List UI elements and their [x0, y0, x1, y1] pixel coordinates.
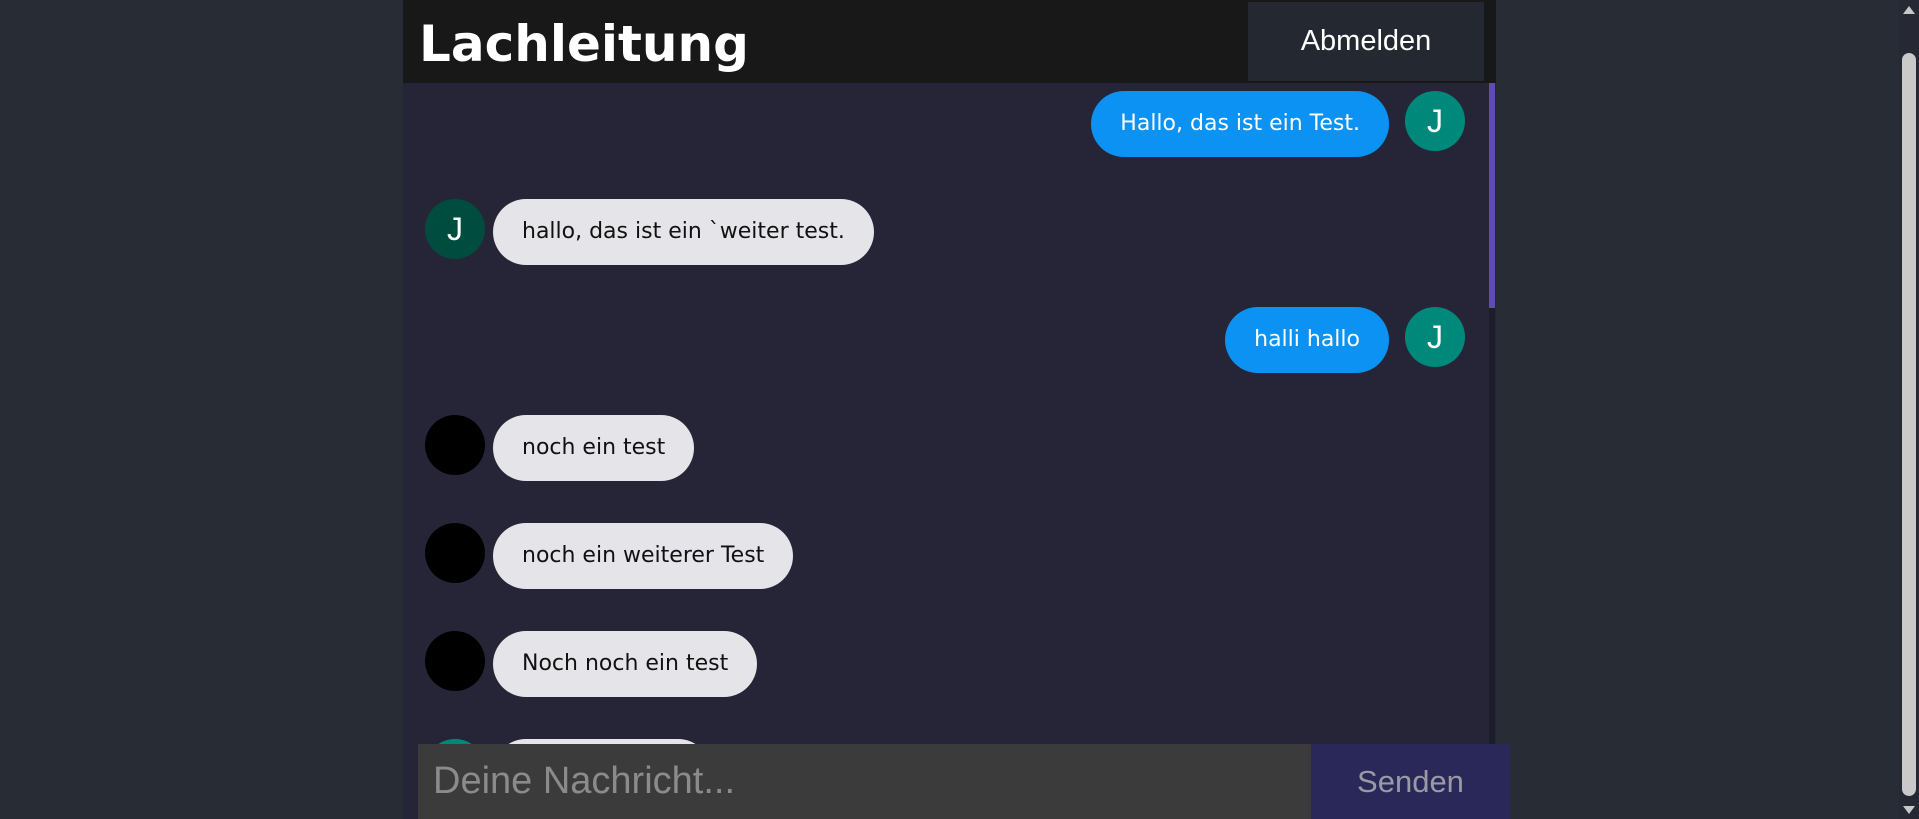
- message-bubble: hallo, das ist ein `weiter test.: [493, 199, 874, 265]
- message-bubble: Hallo, das ist ein Test.: [1091, 91, 1389, 157]
- app-header: Lachleitung Abmelden: [403, 0, 1496, 83]
- message-row: Hallo, das ist ein Test. J: [403, 91, 1483, 157]
- user-avatar: J: [1405, 307, 1465, 367]
- message-row: halli hallo J: [403, 307, 1483, 373]
- message-row: J hallo, das ist ein `weiter test.: [403, 199, 1483, 265]
- message-composer: Senden: [418, 744, 1510, 819]
- user-avatar: [425, 415, 485, 475]
- app-title: Lachleitung: [419, 15, 749, 73]
- message-bubble: halli hallo: [1225, 307, 1389, 373]
- user-avatar: [425, 523, 485, 583]
- scroll-up-icon[interactable]: [1903, 6, 1915, 14]
- user-avatar: J: [425, 199, 485, 259]
- page-scroll-thumb[interactable]: [1902, 53, 1916, 796]
- user-avatar: [425, 631, 485, 691]
- message-list[interactable]: Hallo, das ist ein Test. J J hallo, das …: [403, 83, 1496, 744]
- message-bubble: Noch noch ein test: [493, 631, 758, 697]
- message-bubble: noch ein weiterer Test: [493, 523, 794, 589]
- chat-scroll-thumb[interactable]: [1489, 83, 1495, 308]
- message-row: noch ein test: [403, 415, 1483, 481]
- message-row: noch ein weiterer Test: [403, 523, 1483, 589]
- message-input[interactable]: [418, 744, 1311, 819]
- send-button[interactable]: Senden: [1311, 744, 1510, 819]
- logout-button[interactable]: Abmelden: [1248, 2, 1484, 81]
- user-avatar: J: [1405, 91, 1465, 151]
- message-row: Noch noch ein test: [403, 631, 1483, 697]
- message-bubble: noch ein test: [493, 415, 695, 481]
- page-scrollbar[interactable]: [1899, 0, 1919, 819]
- chat-scroll-track[interactable]: [1489, 308, 1495, 744]
- chat-app: Lachleitung Abmelden Hallo, das ist ein …: [403, 0, 1496, 819]
- scroll-down-icon[interactable]: [1903, 806, 1915, 814]
